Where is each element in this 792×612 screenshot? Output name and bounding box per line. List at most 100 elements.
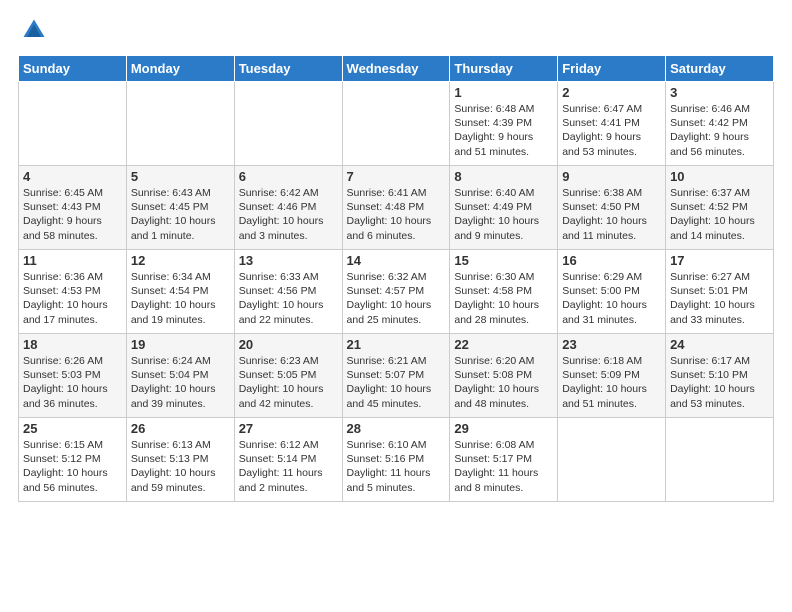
day-cell: 6 Sunrise: 6:42 AM Sunset: 4:46 PM Daylig… (234, 166, 342, 250)
day-info: Sunrise: 6:32 AM Sunset: 4:57 PM Dayligh… (347, 270, 446, 327)
day-cell: 12 Sunrise: 6:34 AM Sunset: 4:54 PM Dayli… (126, 250, 234, 334)
day-cell: 29Sunrise: 6:08 AM Sunset: 5:17 PM Dayli… (450, 418, 558, 502)
day-cell: 25 Sunrise: 6:15 AM Sunset: 5:12 PM Dayli… (19, 418, 127, 502)
day-number: 20 (239, 337, 338, 352)
day-number: 19 (131, 337, 230, 352)
day-info: Sunrise: 6:15 AM Sunset: 5:12 PM Dayligh… (23, 438, 122, 495)
day-cell: 20 Sunrise: 6:23 AM Sunset: 5:05 PM Dayli… (234, 334, 342, 418)
day-info: Sunrise: 6:37 AM Sunset: 4:52 PM Dayligh… (670, 186, 769, 243)
day-info: Sunrise: 6:10 AM Sunset: 5:16 PM Dayligh… (347, 438, 446, 495)
day-cell: 13 Sunrise: 6:33 AM Sunset: 4:56 PM Dayli… (234, 250, 342, 334)
day-cell: 7 Sunrise: 6:41 AM Sunset: 4:48 PM Daylig… (342, 166, 450, 250)
day-number: 2 (562, 85, 661, 100)
day-cell: 23 Sunrise: 6:18 AM Sunset: 5:09 PM Dayli… (558, 334, 666, 418)
day-cell: 15 Sunrise: 6:30 AM Sunset: 4:58 PM Dayli… (450, 250, 558, 334)
day-number: 4 (23, 169, 122, 184)
day-cell (558, 418, 666, 502)
day-info: Sunrise: 6:41 AM Sunset: 4:48 PM Dayligh… (347, 186, 446, 243)
day-number: 6 (239, 169, 338, 184)
day-info: Sunrise: 6:34 AM Sunset: 4:54 PM Dayligh… (131, 270, 230, 327)
day-cell: 2 Sunrise: 6:47 AM Sunset: 4:41 PM Daylig… (558, 82, 666, 166)
weekday-header-friday: Friday (558, 56, 666, 82)
day-number: 13 (239, 253, 338, 268)
weekday-header-thursday: Thursday (450, 56, 558, 82)
day-cell: 27 Sunrise: 6:12 AM Sunset: 5:14 PM Dayli… (234, 418, 342, 502)
day-info: Sunrise: 6:45 AM Sunset: 4:43 PM Dayligh… (23, 186, 122, 243)
day-cell: 19 Sunrise: 6:24 AM Sunset: 5:04 PM Dayli… (126, 334, 234, 418)
calendar-table: SundayMondayTuesdayWednesdayThursdayFrid… (18, 55, 774, 502)
day-info: Sunrise: 6:47 AM Sunset: 4:41 PM Dayligh… (562, 102, 661, 159)
day-info: Sunrise: 6:36 AM Sunset: 4:53 PM Dayligh… (23, 270, 122, 327)
week-row-1: 1 Sunrise: 6:48 AM Sunset: 4:39 PM Daylig… (19, 82, 774, 166)
weekday-header-monday: Monday (126, 56, 234, 82)
day-number: 15 (454, 253, 553, 268)
day-info: Sunrise: 6:24 AM Sunset: 5:04 PM Dayligh… (131, 354, 230, 411)
day-cell: 10Sunrise: 6:37 AM Sunset: 4:52 PM Dayli… (666, 166, 774, 250)
week-row-4: 18 Sunrise: 6:26 AM Sunset: 5:03 PM Dayli… (19, 334, 774, 418)
day-number: 1 (454, 85, 553, 100)
day-cell: 16 Sunrise: 6:29 AM Sunset: 5:00 PM Dayli… (558, 250, 666, 334)
day-cell (126, 82, 234, 166)
day-info: Sunrise: 6:17 AM Sunset: 5:10 PM Dayligh… (670, 354, 769, 411)
day-number: 3 (670, 85, 769, 100)
day-cell (342, 82, 450, 166)
weekday-header-wednesday: Wednesday (342, 56, 450, 82)
weekday-header-row: SundayMondayTuesdayWednesdayThursdayFrid… (19, 56, 774, 82)
day-number: 17 (670, 253, 769, 268)
day-info: Sunrise: 6:12 AM Sunset: 5:14 PM Dayligh… (239, 438, 338, 495)
day-cell: 28 Sunrise: 6:10 AM Sunset: 5:16 PM Dayli… (342, 418, 450, 502)
day-cell: 8 Sunrise: 6:40 AM Sunset: 4:49 PM Daylig… (450, 166, 558, 250)
day-info: Sunrise: 6:27 AM Sunset: 5:01 PM Dayligh… (670, 270, 769, 327)
day-cell: 24 Sunrise: 6:17 AM Sunset: 5:10 PM Dayli… (666, 334, 774, 418)
day-cell: 4 Sunrise: 6:45 AM Sunset: 4:43 PM Daylig… (19, 166, 127, 250)
day-cell: 14 Sunrise: 6:32 AM Sunset: 4:57 PM Dayli… (342, 250, 450, 334)
day-info: Sunrise: 6:26 AM Sunset: 5:03 PM Dayligh… (23, 354, 122, 411)
page-container: SundayMondayTuesdayWednesdayThursdayFrid… (0, 0, 792, 512)
day-number: 14 (347, 253, 446, 268)
day-info: Sunrise: 6:21 AM Sunset: 5:07 PM Dayligh… (347, 354, 446, 411)
day-cell: 5Sunrise: 6:43 AM Sunset: 4:45 PM Daylig… (126, 166, 234, 250)
day-info: Sunrise: 6:46 AM Sunset: 4:42 PM Dayligh… (670, 102, 769, 159)
day-info: Sunrise: 6:38 AM Sunset: 4:50 PM Dayligh… (562, 186, 661, 243)
week-row-2: 4 Sunrise: 6:45 AM Sunset: 4:43 PM Daylig… (19, 166, 774, 250)
day-number: 12 (131, 253, 230, 268)
day-cell (234, 82, 342, 166)
day-number: 11 (23, 253, 122, 268)
day-cell: 17 Sunrise: 6:27 AM Sunset: 5:01 PM Dayli… (666, 250, 774, 334)
day-number: 25 (23, 421, 122, 436)
day-info: Sunrise: 6:08 AM Sunset: 5:17 PM Dayligh… (454, 438, 553, 495)
day-number: 23 (562, 337, 661, 352)
day-number: 28 (347, 421, 446, 436)
day-info: Sunrise: 6:23 AM Sunset: 5:05 PM Dayligh… (239, 354, 338, 411)
weekday-header-sunday: Sunday (19, 56, 127, 82)
day-cell: 22 Sunrise: 6:20 AM Sunset: 5:08 PM Dayli… (450, 334, 558, 418)
day-info: Sunrise: 6:33 AM Sunset: 4:56 PM Dayligh… (239, 270, 338, 327)
day-number: 16 (562, 253, 661, 268)
header (18, 16, 774, 49)
day-cell (19, 82, 127, 166)
day-number: 21 (347, 337, 446, 352)
day-info: Sunrise: 6:42 AM Sunset: 4:46 PM Dayligh… (239, 186, 338, 243)
day-cell: 26 Sunrise: 6:13 AM Sunset: 5:13 PM Dayli… (126, 418, 234, 502)
day-number: 22 (454, 337, 553, 352)
day-number: 5 (131, 169, 230, 184)
day-cell (666, 418, 774, 502)
day-number: 18 (23, 337, 122, 352)
day-info: Sunrise: 6:13 AM Sunset: 5:13 PM Dayligh… (131, 438, 230, 495)
day-number: 7 (347, 169, 446, 184)
day-number: 26 (131, 421, 230, 436)
weekday-header-saturday: Saturday (666, 56, 774, 82)
day-info: Sunrise: 6:20 AM Sunset: 5:08 PM Dayligh… (454, 354, 553, 411)
day-info: Sunrise: 6:30 AM Sunset: 4:58 PM Dayligh… (454, 270, 553, 327)
day-info: Sunrise: 6:48 AM Sunset: 4:39 PM Dayligh… (454, 102, 553, 159)
day-info: Sunrise: 6:29 AM Sunset: 5:00 PM Dayligh… (562, 270, 661, 327)
day-info: Sunrise: 6:18 AM Sunset: 5:09 PM Dayligh… (562, 354, 661, 411)
day-number: 8 (454, 169, 553, 184)
day-cell: 18 Sunrise: 6:26 AM Sunset: 5:03 PM Dayli… (19, 334, 127, 418)
day-cell: 21 Sunrise: 6:21 AM Sunset: 5:07 PM Dayli… (342, 334, 450, 418)
day-cell: 3 Sunrise: 6:46 AM Sunset: 4:42 PM Daylig… (666, 82, 774, 166)
day-number: 24 (670, 337, 769, 352)
day-info: Sunrise: 6:40 AM Sunset: 4:49 PM Dayligh… (454, 186, 553, 243)
day-number: 27 (239, 421, 338, 436)
week-row-3: 11 Sunrise: 6:36 AM Sunset: 4:53 PM Dayli… (19, 250, 774, 334)
